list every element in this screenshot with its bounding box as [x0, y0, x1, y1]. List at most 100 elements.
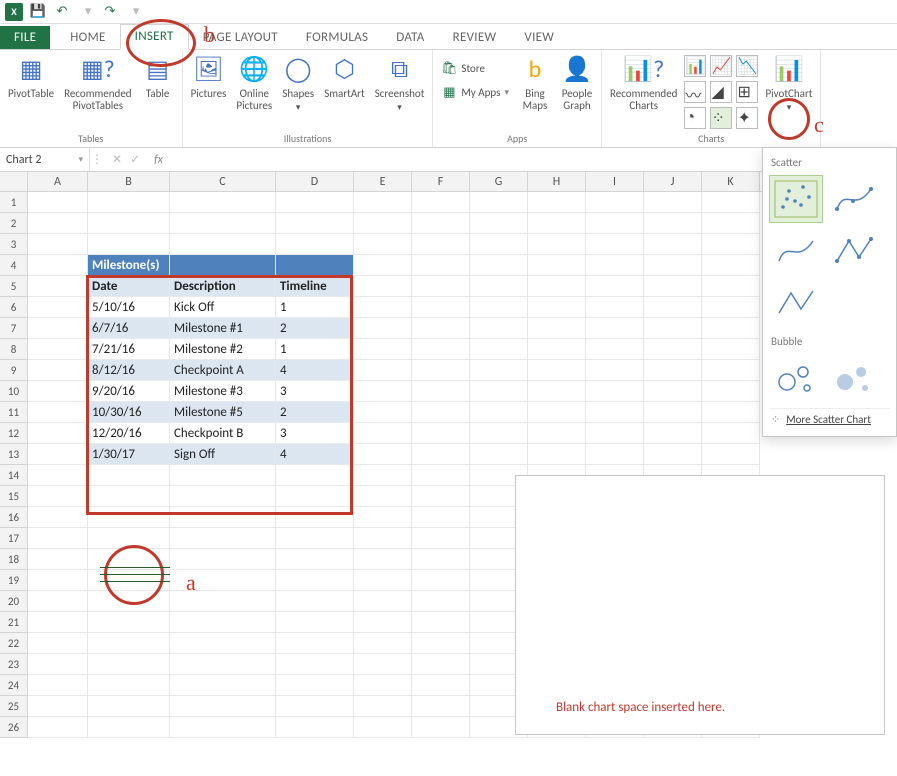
col-header-J[interactable]: J	[644, 172, 702, 191]
cell[interactable]	[702, 213, 760, 234]
cell[interactable]	[586, 318, 644, 339]
cell[interactable]	[88, 696, 170, 717]
cell[interactable]	[412, 402, 470, 423]
cell[interactable]	[412, 276, 470, 297]
row-header-7[interactable]: 7	[0, 318, 28, 339]
bubble-option-3d[interactable]	[827, 354, 881, 402]
cell[interactable]	[28, 696, 88, 717]
row-header-9[interactable]: 9	[0, 360, 28, 381]
cell[interactable]	[354, 234, 412, 255]
cell[interactable]	[528, 360, 586, 381]
cell[interactable]	[702, 402, 760, 423]
cell[interactable]	[702, 192, 760, 213]
cell[interactable]	[470, 339, 528, 360]
cell[interactable]	[354, 276, 412, 297]
cell[interactable]	[644, 360, 702, 381]
cell[interactable]	[88, 633, 170, 654]
cell[interactable]	[412, 381, 470, 402]
cell[interactable]	[354, 339, 412, 360]
cell[interactable]	[470, 234, 528, 255]
cell[interactable]	[28, 381, 88, 402]
cell[interactable]	[412, 318, 470, 339]
cell[interactable]	[586, 360, 644, 381]
cell[interactable]	[276, 633, 354, 654]
recommended-charts-button[interactable]: 📊? Recommended Charts	[606, 52, 681, 114]
cell[interactable]: 4	[276, 360, 354, 381]
confirm-formula-icon[interactable]: ✓	[130, 152, 140, 167]
cell[interactable]	[470, 213, 528, 234]
row-header-10[interactable]: 10	[0, 381, 28, 402]
cell[interactable]	[28, 591, 88, 612]
col-header-I[interactable]: I	[586, 172, 644, 191]
redo-button[interactable]: ↷	[100, 2, 120, 22]
cell[interactable]	[170, 234, 276, 255]
chart-type-area[interactable]: ◢	[710, 81, 732, 103]
cell[interactable]	[170, 528, 276, 549]
select-all-corner[interactable]	[0, 172, 28, 191]
cell[interactable]: Milestone #3	[170, 381, 276, 402]
cell[interactable]	[88, 528, 170, 549]
row-header-24[interactable]: 24	[0, 675, 28, 696]
row-header-23[interactable]: 23	[0, 654, 28, 675]
cell[interactable]	[170, 465, 276, 486]
cell[interactable]	[88, 465, 170, 486]
recommended-pivottables-button[interactable]: ▦? Recommended PivotTables	[60, 52, 135, 114]
cell[interactable]: Milestone #5	[170, 402, 276, 423]
row-header-15[interactable]: 15	[0, 486, 28, 507]
chart-type-stock[interactable]: 📉	[736, 55, 758, 77]
cell[interactable]	[644, 255, 702, 276]
cell[interactable]	[412, 444, 470, 465]
tab-home[interactable]: HOME	[56, 26, 119, 49]
col-header-K[interactable]: K	[702, 172, 760, 191]
cell[interactable]	[28, 528, 88, 549]
col-header-D[interactable]: D	[276, 172, 354, 191]
save-button[interactable]: 💾	[28, 2, 48, 22]
cell[interactable]: 1/30/17	[88, 444, 170, 465]
chart-object-blank[interactable]	[515, 475, 885, 735]
cell[interactable]	[586, 423, 644, 444]
cell[interactable]	[528, 318, 586, 339]
col-header-A[interactable]: A	[28, 172, 88, 191]
store-button[interactable]: 🛍Store	[437, 58, 513, 78]
cell[interactable]	[276, 255, 354, 276]
cell[interactable]	[412, 570, 470, 591]
chart-type-column[interactable]: 📊	[684, 55, 706, 77]
cell[interactable]	[88, 507, 170, 528]
cell[interactable]	[586, 255, 644, 276]
cell[interactable]: 4	[276, 444, 354, 465]
cell[interactable]	[470, 381, 528, 402]
cell[interactable]	[170, 213, 276, 234]
cell[interactable]	[28, 255, 88, 276]
cell[interactable]	[354, 654, 412, 675]
cell[interactable]	[354, 717, 412, 738]
cell[interactable]	[276, 717, 354, 738]
cell[interactable]	[412, 360, 470, 381]
cell[interactable]	[702, 234, 760, 255]
cell[interactable]	[586, 402, 644, 423]
cell[interactable]	[354, 675, 412, 696]
cell[interactable]	[412, 633, 470, 654]
cell[interactable]	[88, 654, 170, 675]
cell[interactable]	[276, 696, 354, 717]
cell[interactable]	[354, 444, 412, 465]
chart-type-combo[interactable]: ⊞	[736, 81, 758, 103]
cell[interactable]	[354, 612, 412, 633]
cell[interactable]	[28, 276, 88, 297]
cell[interactable]: 5/10/16	[88, 297, 170, 318]
cell[interactable]	[528, 297, 586, 318]
cell[interactable]	[170, 570, 276, 591]
cell[interactable]	[702, 297, 760, 318]
cell[interactable]	[528, 423, 586, 444]
cell[interactable]	[528, 276, 586, 297]
row-header-19[interactable]: 19	[0, 570, 28, 591]
cell[interactable]	[354, 549, 412, 570]
cell[interactable]	[702, 423, 760, 444]
cell[interactable]	[354, 465, 412, 486]
cell[interactable]	[644, 402, 702, 423]
cell[interactable]	[354, 486, 412, 507]
cell[interactable]	[170, 696, 276, 717]
col-header-E[interactable]: E	[354, 172, 412, 191]
cell[interactable]	[412, 612, 470, 633]
cell[interactable]	[702, 444, 760, 465]
tab-data[interactable]: DATA	[382, 26, 438, 49]
